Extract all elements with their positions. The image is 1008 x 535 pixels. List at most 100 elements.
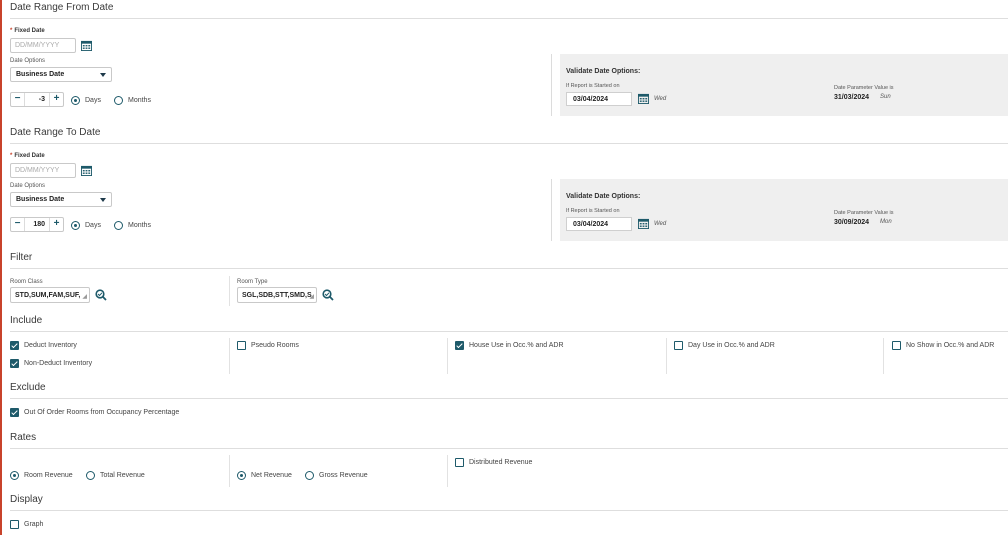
checkbox-day-use[interactable] (674, 341, 683, 350)
checkbox-graph[interactable] (10, 520, 19, 529)
started-on-date[interactable]: 03/04/2024 (566, 92, 632, 106)
search-lookup-icon[interactable] (95, 289, 107, 301)
section-divider (10, 398, 1008, 399)
column-divider (229, 338, 230, 374)
column-divider (551, 54, 552, 116)
checkbox-label: Day Use in Occ.% and ADR (688, 342, 775, 349)
calendar-icon[interactable] (638, 218, 649, 229)
validate-panel-from: Validate Date Options: If Report is Star… (560, 54, 1008, 116)
plus-icon[interactable]: + (49, 93, 63, 106)
checkbox-deduct-inventory[interactable] (10, 341, 19, 350)
minus-icon[interactable]: − (11, 218, 25, 231)
left-edge-bar (0, 0, 2, 535)
checkbox-non-deduct-inventory[interactable] (10, 359, 19, 368)
chevron-down-icon (100, 73, 106, 77)
validate-title: Validate Date Options: (566, 68, 641, 75)
started-on-label: If Report is Started on (566, 83, 620, 89)
radio-days-from[interactable] (71, 96, 80, 105)
checkbox-out-of-order[interactable] (10, 408, 19, 417)
started-on-label: If Report is Started on (566, 208, 620, 214)
date-options-label-from: Date Options (10, 58, 46, 64)
checkbox-label: Non-Deduct Inventory (24, 360, 93, 367)
room-class-label: Room Class (10, 279, 43, 285)
checkbox-label: House Use in Occ.% and ADR (469, 342, 564, 349)
section-title-rates: Rates (10, 432, 37, 443)
checkbox-label: Pseudo Rooms (251, 342, 299, 349)
checkbox-label: No Show in Occ.% and ADR (906, 342, 995, 349)
radio-gross-revenue[interactable] (305, 471, 314, 480)
column-divider (666, 338, 667, 374)
fixed-date-input-to[interactable]: DD/MM/YYYY (10, 163, 76, 178)
minus-icon[interactable]: − (11, 93, 25, 106)
column-divider (447, 455, 448, 487)
column-divider (883, 338, 884, 374)
date-options-select-from[interactable]: Business Date (10, 67, 112, 82)
section-divider (10, 448, 1008, 449)
checkbox-label: Distributed Revenue (469, 459, 533, 466)
date-options-label-to: Date Options (10, 183, 46, 189)
radio-label: Gross Revenue (319, 472, 368, 479)
radio-label: Net Revenue (251, 472, 292, 479)
checkbox-label: Out Of Order Rooms from Occupancy Percen… (24, 409, 180, 416)
radio-months-label: Months (128, 97, 151, 104)
radio-days-label: Days (85, 97, 101, 104)
offset-stepper-from[interactable]: − -3 + (10, 92, 64, 107)
radio-total-revenue[interactable] (86, 471, 95, 480)
validate-title: Validate Date Options: (566, 193, 641, 200)
column-divider (447, 338, 448, 374)
section-divider (10, 510, 1008, 511)
section-title-exclude: Exclude (10, 382, 46, 393)
room-type-field[interactable]: SGL,SDB,STT,SMD,S ◢ (237, 287, 317, 303)
fixed-date-label-from: * Fixed Date (10, 28, 45, 34)
section-title-filter: Filter (10, 252, 33, 263)
checkbox-distributed-revenue[interactable] (455, 458, 464, 467)
radio-net-revenue[interactable] (237, 471, 246, 480)
started-on-date[interactable]: 03/04/2024 (566, 217, 632, 231)
section-title-display: Display (10, 494, 43, 505)
section-divider (10, 331, 1008, 332)
section-divider (10, 18, 1008, 19)
radio-room-revenue[interactable] (10, 471, 19, 480)
param-day: Sun (880, 94, 891, 100)
started-day: Wed (654, 221, 667, 227)
started-day: Wed (654, 96, 667, 102)
section-divider (10, 143, 1008, 144)
room-class-field[interactable]: STD,SUM,FAM,SUF, ◢ (10, 287, 90, 303)
resize-grip-icon: ◢ (309, 294, 314, 300)
calendar-icon[interactable] (638, 93, 649, 104)
section-title-to-date: Date Range To Date (10, 127, 101, 138)
param-value: 30/09/2024 (834, 219, 870, 226)
chevron-down-icon (100, 198, 106, 202)
fixed-date-input-from[interactable]: DD/MM/YYYY (10, 38, 76, 53)
column-divider (229, 455, 230, 487)
validate-panel-to: Validate Date Options: If Report is Star… (560, 179, 1008, 241)
calendar-icon[interactable] (81, 40, 92, 51)
offset-stepper-to[interactable]: − 180 + (10, 217, 64, 232)
param-day: Mon (880, 219, 892, 225)
section-title-include: Include (10, 315, 43, 326)
search-lookup-icon[interactable] (322, 289, 334, 301)
radio-days-to[interactable] (71, 221, 80, 230)
checkbox-label: Graph (24, 521, 44, 528)
param-label: Date Parameter Value is (834, 210, 894, 216)
calendar-icon[interactable] (81, 165, 92, 176)
fixed-date-label-to: * Fixed Date (10, 153, 45, 159)
param-value: 31/03/2024 (834, 94, 870, 101)
radio-label: Room Revenue (24, 472, 73, 479)
radio-months-label: Months (128, 222, 151, 229)
checkbox-label: Deduct Inventory (24, 342, 77, 349)
radio-days-label: Days (85, 222, 101, 229)
checkbox-house-use[interactable] (455, 341, 464, 350)
column-divider (551, 179, 552, 241)
room-type-label: Room Type (237, 279, 268, 285)
resize-grip-icon: ◢ (82, 294, 87, 300)
date-options-select-to[interactable]: Business Date (10, 192, 112, 207)
radio-months-to[interactable] (114, 221, 123, 230)
checkbox-pseudo-rooms[interactable] (237, 341, 246, 350)
plus-icon[interactable]: + (49, 218, 63, 231)
checkbox-no-show[interactable] (892, 341, 901, 350)
param-label: Date Parameter Value is (834, 85, 894, 91)
section-title-from-date: Date Range From Date (10, 2, 114, 13)
column-divider (229, 276, 230, 306)
radio-months-from[interactable] (114, 96, 123, 105)
